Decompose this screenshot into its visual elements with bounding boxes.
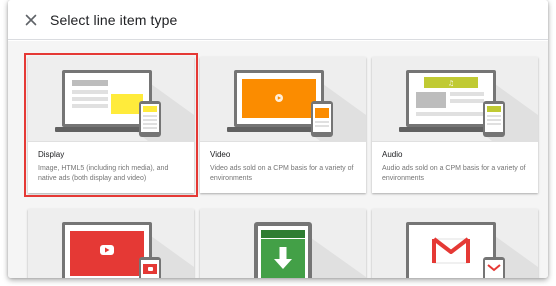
- card-description: Image, HTML5 (including rich media), and…: [38, 165, 169, 182]
- card-video[interactable]: Video Video ads sold on a CPM basis for …: [200, 57, 366, 193]
- card-grid: Display Image, HTML5 (including rich med…: [8, 41, 548, 278]
- display-ad-illustration: [28, 57, 194, 141]
- video-ad-illustration: [200, 57, 366, 141]
- line-item-type-dialog: Select line item type Display Image, HTM…: [8, 0, 548, 278]
- close-icon: [25, 14, 37, 26]
- audio-ad-illustration: ♫: [372, 57, 538, 141]
- dialog-title: Select line item type: [50, 12, 178, 28]
- card-gmail[interactable]: [372, 209, 538, 278]
- card-youtube[interactable]: [28, 209, 194, 278]
- card-description: Video ads sold on a CPM basis for a vari…: [210, 165, 354, 182]
- card-title: Audio: [382, 150, 403, 159]
- svg-text:♫: ♫: [448, 80, 454, 88]
- card-display[interactable]: Display Image, HTML5 (including rich med…: [24, 53, 198, 197]
- dialog-header: Select line item type: [8, 0, 548, 40]
- close-button[interactable]: [20, 9, 42, 31]
- card-audio[interactable]: ♫ Audio Audio ads sold on a CPM basis fo…: [372, 57, 538, 193]
- mobile-app-install-illustration: [200, 209, 366, 278]
- card-video-text: Video Video ads sold on a CPM basis for …: [200, 141, 366, 193]
- youtube-ad-illustration: [28, 209, 194, 278]
- card-title: Display: [38, 150, 65, 159]
- card-mobile-app[interactable]: [200, 209, 366, 278]
- card-description: Audio ads sold on a CPM basis for a vari…: [382, 165, 526, 182]
- card-audio-text: Audio Audio ads sold on a CPM basis for …: [372, 141, 538, 193]
- card-display-text: Display Image, HTML5 (including rich med…: [28, 141, 194, 193]
- gmail-ad-illustration: [372, 209, 538, 278]
- card-title: Video: [210, 150, 231, 159]
